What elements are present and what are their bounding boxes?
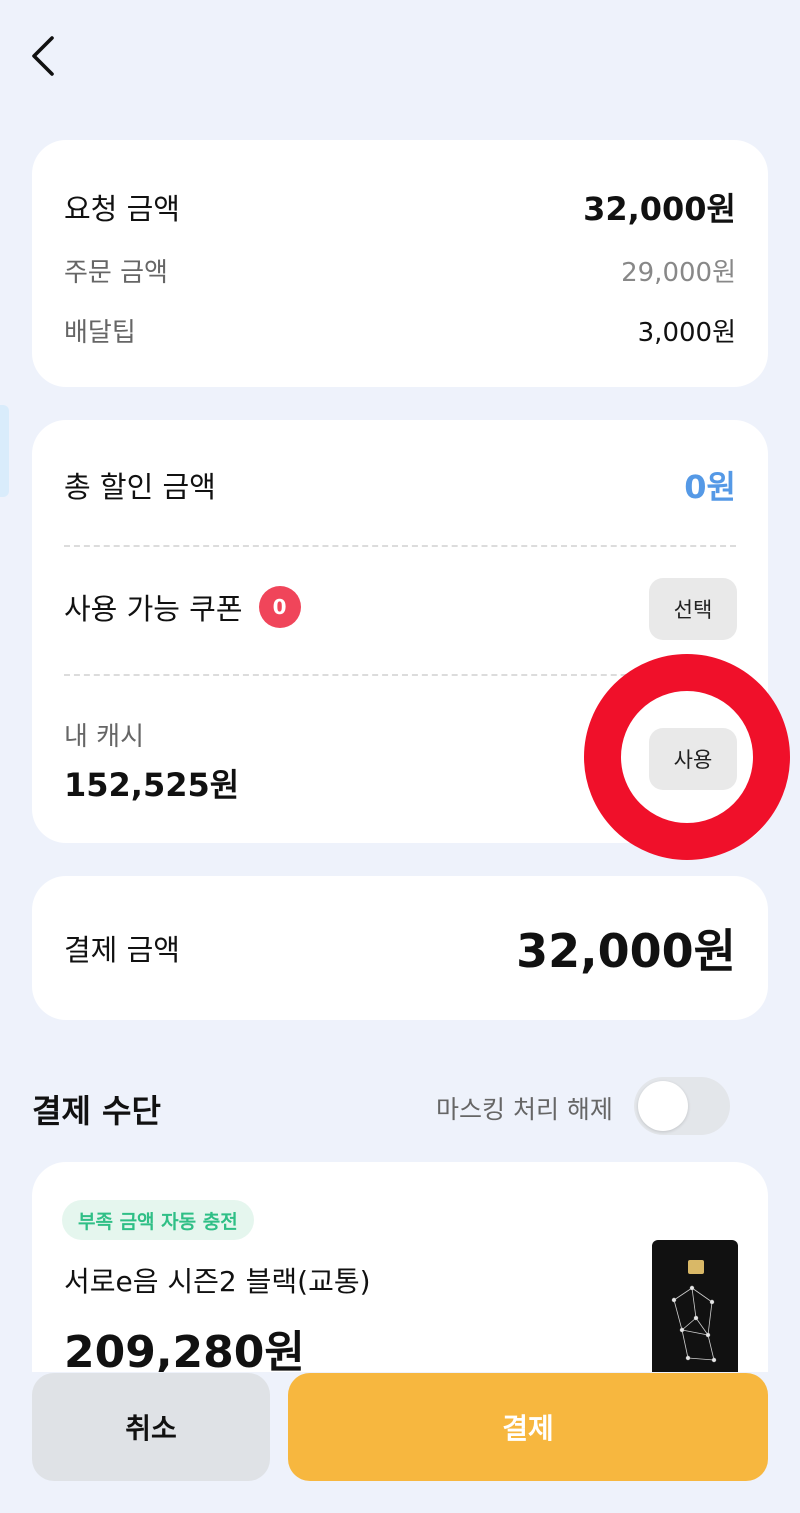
payment-amount-card: 결제 금액 32,000원 [32,876,768,1020]
coupon-label: 사용 가능 쿠폰 [64,592,243,626]
delivery-tip-value: 3,000원 [637,318,736,348]
payment-amount-value: 32,000원 [516,924,736,978]
coupon-row: 사용 가능 쿠폰 0 [64,586,736,628]
discount-card: 총 할인 금액 0원 사용 가능 쿠폰 0 선택 내 캐시 152,525원 사… [32,420,768,843]
order-amount-label: 주문 금액 [64,258,168,288]
request-amount-card: 요청 금액 32,000원 주문 금액 29,000원 배달팁 3,000원 [32,140,768,387]
cash-use-button[interactable]: 사용 [649,728,737,790]
chevron-left-icon [32,36,54,76]
divider [64,545,736,547]
auto-charge-tag: 부족 금액 자동 충전 [62,1200,254,1240]
coupon-count-badge: 0 [258,586,301,628]
payment-amount-label: 결제 금액 [64,933,180,967]
coupon-select-button[interactable]: 선택 [649,578,737,640]
total-discount-label: 총 할인 금액 [64,470,216,504]
delivery-tip-row: 배달팁 3,000원 [64,312,736,349]
payment-amount-row: 결제 금액 32,000원 [64,920,736,978]
order-amount-row: 주문 금액 29,000원 [64,252,736,289]
request-amount-value: 32,000원 [583,190,736,228]
coupon-label-group: 사용 가능 쿠폰 0 [64,586,301,628]
card-balance: 209,280원 [64,1327,305,1378]
cancel-button[interactable]: 취소 [32,1373,270,1481]
unmask-toggle[interactable] [634,1077,730,1135]
unmask-label: 마스킹 처리 해제 [436,1095,613,1124]
total-discount-value: 0원 [684,468,736,506]
payment-method-title: 결제 수단 [32,1092,161,1130]
pay-button[interactable]: 결제 [288,1373,768,1481]
order-amount-value: 29,000원 [621,258,736,288]
delivery-tip-label: 배달팁 [64,318,136,348]
request-amount-row: 요청 금액 32,000원 [64,184,736,230]
cash-value: 152,525원 [64,766,240,804]
divider [64,674,736,676]
toggle-knob [638,1081,688,1131]
back-button[interactable] [22,30,66,82]
request-amount-label: 요청 금액 [64,192,180,226]
total-discount-row: 총 할인 금액 0원 [64,462,736,508]
cash-label: 내 캐시 [64,722,145,752]
side-edge-tab [0,405,9,497]
card-name: 서로e음 시즌2 블랙(교통) [64,1265,371,1298]
